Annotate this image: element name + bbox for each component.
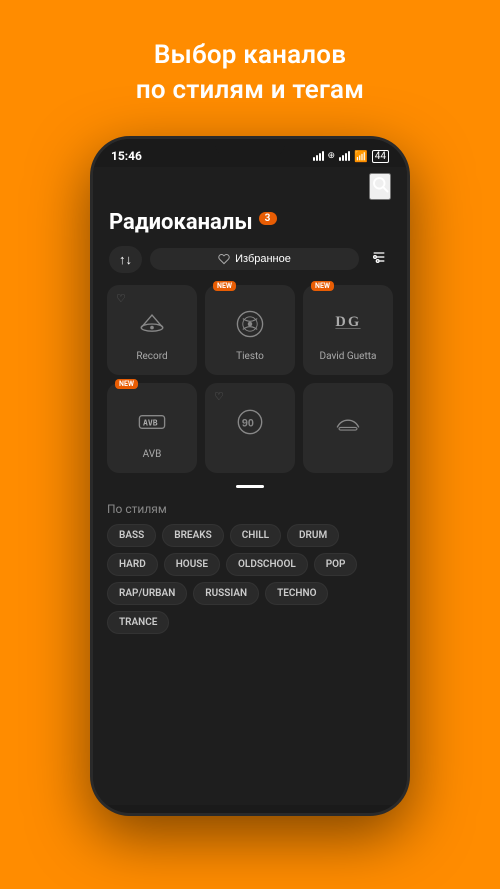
notch <box>215 139 285 157</box>
record-card-name: Record <box>136 351 167 362</box>
filter-settings-button[interactable] <box>367 245 391 273</box>
radio-card-record[interactable]: ♡ Record <box>107 285 197 375</box>
tag-chip-house[interactable]: HOUSE <box>164 553 220 576</box>
search-button[interactable] <box>369 173 391 200</box>
status-icons: ⊕ 📶 44 <box>313 150 390 163</box>
avb-new-badge: NEW <box>115 379 138 389</box>
record-logo <box>131 303 173 345</box>
dg-new-badge: NEW <box>311 281 334 291</box>
tag-chip-hard[interactable]: HARD <box>107 553 158 576</box>
dg-card-name: David Guetta <box>320 351 377 362</box>
radio-card-radio90[interactable]: ♡ 90 <box>205 383 295 473</box>
tag-chip-drum[interactable]: DRUM <box>287 524 339 547</box>
svg-text:D: D <box>335 314 345 330</box>
tiesto-new-badge: NEW <box>213 281 236 291</box>
favorites-button[interactable]: Избранное <box>150 248 359 270</box>
tiesto-logo <box>229 303 271 345</box>
phone-content: Радиоканалы 3 ↑↓ Избранное <box>93 167 407 805</box>
radio-card-david-guetta[interactable]: NEW D G David Guetta <box>303 285 393 375</box>
signal-icon2 <box>339 151 350 161</box>
dg-logo: D G <box>327 303 369 345</box>
tag-chip-oldschool[interactable]: OLDSCHOOL <box>226 553 308 576</box>
tag-chip-techno[interactable]: TECHNO <box>265 582 328 605</box>
wifi-icon: 📶 <box>354 150 368 163</box>
lounge-logo <box>327 401 369 443</box>
heart-icon-record: ♡ <box>116 292 126 305</box>
data-icon: ⊕ <box>328 151 336 161</box>
sort-button[interactable]: ↑↓ <box>109 246 142 273</box>
styles-section-title: По стилям <box>107 502 393 516</box>
radio-card-avb[interactable]: NEW AVB AVB <box>107 383 197 473</box>
top-bar <box>93 167 407 206</box>
header-title: Выбор каналов по стилям и тегам <box>136 38 364 108</box>
avb-card-name: AVB <box>143 449 162 460</box>
svg-text:90: 90 <box>242 418 254 430</box>
scroll-indicator <box>93 481 407 496</box>
svg-text:AVB: AVB <box>143 418 158 428</box>
title-section: Радиоканалы 3 <box>93 206 407 245</box>
phone-frame: 15:46 ⊕ 📶 44 <box>90 136 410 816</box>
radio-cards-grid: ♡ Record NEW <box>93 285 407 481</box>
header-line1: Выбор каналов <box>154 40 346 70</box>
status-time: 15:46 <box>111 149 142 163</box>
page-title: Радиоканалы <box>109 210 253 235</box>
status-bar: 15:46 ⊕ 📶 44 <box>93 139 407 167</box>
notification-badge: 3 <box>259 212 277 225</box>
tiesto-card-name: Tiesto <box>236 351 264 362</box>
tag-chip-bass[interactable]: BASS <box>107 524 156 547</box>
battery-icon: 44 <box>372 150 389 163</box>
tag-chip-chill[interactable]: CHILL <box>230 524 281 547</box>
tags-row: BASS BREAKS CHILL DRUM HARD HOUSE OLDSCHOOL POP… <box>107 524 393 634</box>
scroll-dot-1 <box>236 485 264 488</box>
avb-logo: AVB <box>131 401 173 443</box>
tag-chip-rap-urban[interactable]: RAP/URBAN <box>107 582 187 605</box>
radio-card-lounge[interactable] <box>303 383 393 473</box>
svg-text:G: G <box>348 314 359 330</box>
heart-icon-radio90: ♡ <box>214 390 224 403</box>
tag-chip-russian[interactable]: RUSSIAN <box>193 582 259 605</box>
header-line2: по стилям и тегам <box>136 75 364 105</box>
tag-chip-pop[interactable]: POP <box>314 553 358 576</box>
filter-bar: ↑↓ Избранное <box>93 245 407 285</box>
signal-icon <box>313 151 324 161</box>
tag-chip-trance[interactable]: TRANCE <box>107 611 169 634</box>
phone-mockup: 15:46 ⊕ 📶 44 <box>90 136 410 816</box>
styles-section: По стилям BASS BREAKS CHILL DRUM HARD HOUSE OL… <box>93 496 407 642</box>
favorites-label: Избранное <box>235 253 291 265</box>
radio90-logo: 90 <box>229 401 271 443</box>
radio-card-tiesto[interactable]: NEW Tiesto <box>205 285 295 375</box>
tag-chip-breaks[interactable]: BREAKS <box>162 524 223 547</box>
